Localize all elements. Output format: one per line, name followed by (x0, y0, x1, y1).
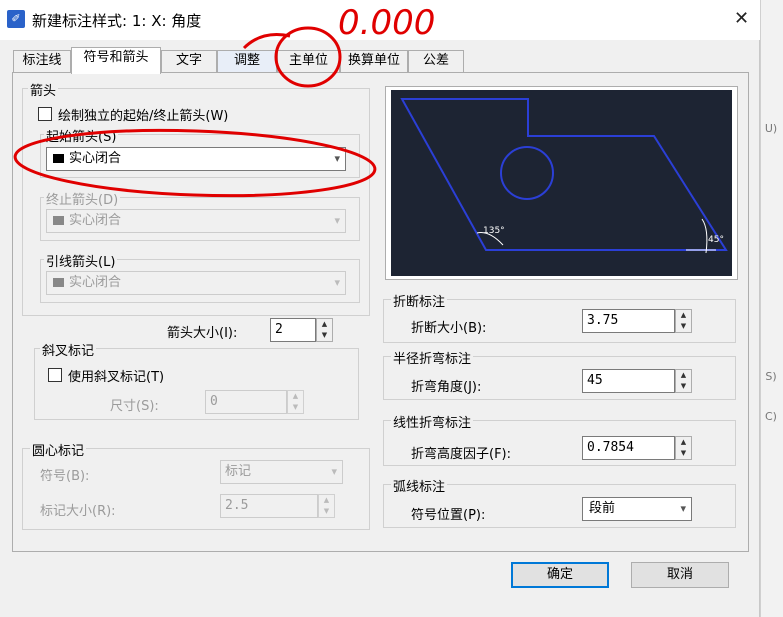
red-annotation-overlay: 0.000 (13, 3, 435, 198)
annotation-stroke (242, 33, 291, 50)
annotation-handwritten-text: 0.000 (338, 3, 435, 43)
annotation-circle-first-arrow (13, 128, 377, 198)
tab-symbols-arrows[interactable]: 符号和箭头 (71, 47, 161, 74)
